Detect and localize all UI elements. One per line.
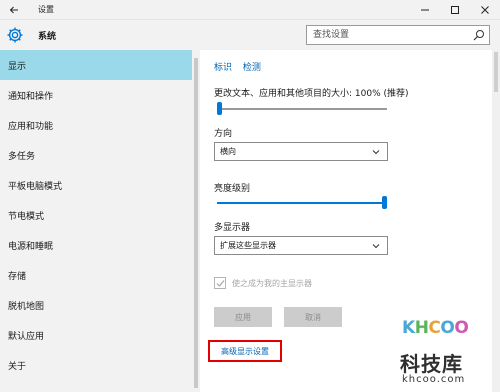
sidebar-item-tablet-mode[interactable]: 平板电脑模式	[0, 170, 192, 200]
title-bar: 设置	[0, 0, 500, 20]
scale-slider-thumb[interactable]	[217, 102, 222, 115]
minimize-icon	[421, 9, 429, 11]
watermark: KHCOO 科技库 khcoo.com	[396, 314, 496, 390]
identify-detect-links: 标识 检测	[214, 60, 269, 73]
sidebar: 显示 通知和操作 应用和功能 多任务 平板电脑模式 节电模式 电源和睡眠 存储 …	[0, 50, 192, 392]
content-scrollbar-thumb[interactable]	[494, 52, 498, 92]
sidebar-item-label: 节电模式	[8, 211, 45, 222]
scale-slider-track	[217, 108, 387, 110]
close-icon	[481, 6, 489, 14]
close-button[interactable]	[470, 0, 500, 20]
sidebar-item-label: 脱机地图	[8, 301, 45, 312]
sidebar-item-label: 默认应用	[8, 331, 45, 342]
detect-link[interactable]: 检测	[243, 63, 261, 73]
main-display-checkbox-row[interactable]: 使之成为我的主显示器	[214, 277, 312, 289]
multi-display-label: 多显示器	[214, 223, 251, 233]
sidebar-item-label: 应用和功能	[8, 121, 54, 132]
settings-header: 系统	[0, 20, 500, 50]
orientation-value: 横向	[220, 147, 236, 156]
sidebar-item-label: 通知和操作	[8, 91, 54, 102]
sidebar-item-power-sleep[interactable]: 电源和睡眠	[0, 230, 192, 260]
sidebar-item-default-apps[interactable]: 默认应用	[0, 320, 192, 350]
scale-label: 更改文本、应用和其他项目的大小: 100% (推荐)	[214, 89, 409, 99]
sidebar-item-offline-maps[interactable]: 脱机地图	[0, 290, 192, 320]
sidebar-item-notifications[interactable]: 通知和操作	[0, 80, 192, 110]
sidebar-item-battery-saver[interactable]: 节电模式	[0, 200, 192, 230]
sidebar-item-display[interactable]: 显示	[0, 50, 192, 80]
gear-icon	[7, 27, 23, 43]
multi-display-value: 扩展这些显示器	[220, 241, 276, 250]
maximize-button[interactable]	[440, 0, 470, 20]
sidebar-item-label: 多任务	[8, 151, 36, 162]
page-title: 系统	[38, 32, 57, 42]
brightness-label: 亮度级别	[214, 184, 251, 194]
orientation-dropdown[interactable]: 横向	[214, 142, 388, 161]
search-box[interactable]	[306, 25, 490, 45]
search-icon[interactable]	[473, 29, 485, 41]
sidebar-item-about[interactable]: 关于	[0, 350, 192, 380]
maximize-icon	[451, 6, 459, 14]
minimize-button[interactable]	[410, 0, 440, 20]
sidebar-scrollbar-thumb[interactable]	[194, 58, 198, 388]
cancel-button[interactable]: 取消	[284, 307, 342, 327]
sidebar-item-label: 显示	[8, 61, 27, 72]
search-input[interactable]	[307, 26, 467, 44]
back-arrow-icon	[9, 6, 18, 14]
window-title: 设置	[38, 5, 54, 14]
back-button[interactable]	[6, 2, 22, 18]
sidebar-item-apps-features[interactable]: 应用和功能	[0, 110, 192, 140]
apply-button[interactable]: 应用	[214, 307, 272, 327]
sidebar-scrollbar[interactable]	[192, 50, 200, 392]
watermark-cn-text: 科技库	[400, 352, 463, 376]
multi-display-dropdown[interactable]: 扩展这些显示器	[214, 236, 388, 255]
sidebar-item-storage[interactable]: 存储	[0, 260, 192, 290]
sidebar-item-label: 关于	[8, 361, 27, 372]
main-display-checkbox[interactable]	[214, 277, 226, 289]
orientation-label: 方向	[214, 129, 233, 139]
sidebar-item-label: 存储	[8, 271, 27, 282]
chevron-down-icon	[372, 150, 380, 155]
main-display-checkbox-label: 使之成为我的主显示器	[232, 278, 312, 288]
checkmark-icon	[216, 279, 224, 287]
chevron-down-icon	[372, 244, 380, 249]
advanced-display-settings-link[interactable]: 高级显示设置	[208, 340, 282, 362]
brightness-slider-fill	[217, 202, 382, 204]
sidebar-item-label: 电源和睡眠	[8, 241, 54, 252]
watermark-url: khcoo.com	[402, 374, 466, 385]
identify-link[interactable]: 标识	[214, 63, 232, 73]
watermark-logo: KHCOO	[402, 318, 469, 338]
sidebar-item-label: 平板电脑模式	[8, 181, 63, 192]
brightness-slider-thumb[interactable]	[382, 196, 387, 209]
sidebar-item-multitasking[interactable]: 多任务	[0, 140, 192, 170]
